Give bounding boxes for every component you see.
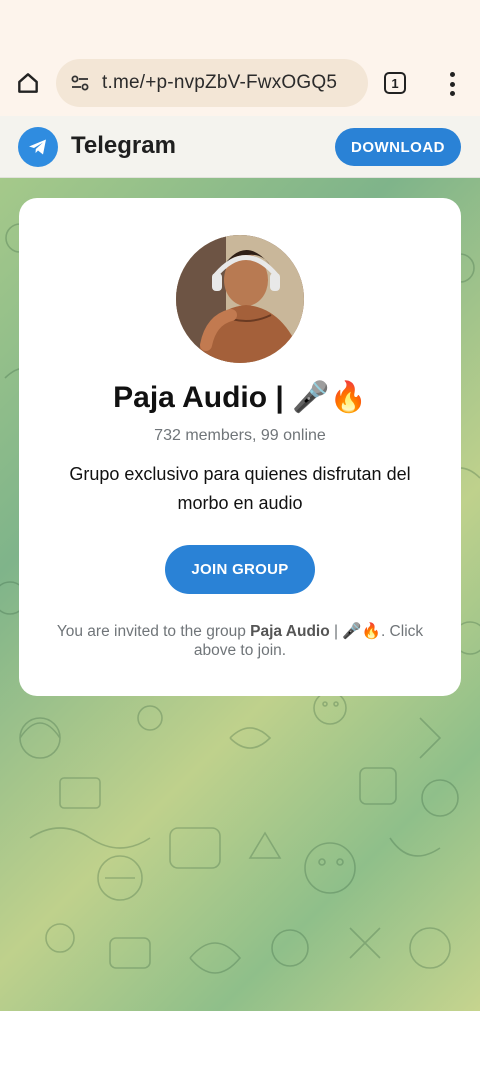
bottom-area <box>0 1011 480 1067</box>
brand-name: Telegram <box>71 132 176 159</box>
tabs-button[interactable]: 1 <box>384 72 406 94</box>
join-group-button[interactable]: JOIN GROUP <box>165 545 315 594</box>
telegram-header: Telegram DOWNLOAD <box>0 116 480 178</box>
group-card: Paja Audio | 🎤🔥 732 members, 99 online G… <box>19 198 461 696</box>
url-text[interactable]: t.me/+p-nvpZbV-FwxOGQ5 <box>102 72 337 94</box>
tab-count: 1 <box>391 75 399 91</box>
status-bar <box>0 0 480 50</box>
invite-text: You are invited to the group Paja Audio … <box>45 622 435 660</box>
more-vert-icon[interactable] <box>440 69 464 99</box>
browser-toolbar: t.me/+p-nvpZbV-FwxOGQ5 1 <box>0 50 480 116</box>
home-button[interactable] <box>0 55 56 111</box>
member-count: 732 members, 99 online <box>154 427 326 444</box>
tune-icon[interactable] <box>68 71 92 95</box>
invite-group-name: Paja Audio <box>250 623 330 640</box>
address-bar[interactable]: t.me/+p-nvpZbV-FwxOGQ5 <box>56 59 368 107</box>
telegram-logo-icon <box>18 127 58 167</box>
download-button[interactable]: DOWNLOAD <box>335 128 461 166</box>
group-description: Grupo exclusivo para quienes disfrutan d… <box>69 464 411 513</box>
group-title: Paja Audio | 🎤🔥 <box>113 381 367 414</box>
invite-prefix: You are invited to the group <box>56 623 251 640</box>
group-avatar <box>176 235 304 363</box>
home-icon <box>18 73 38 93</box>
